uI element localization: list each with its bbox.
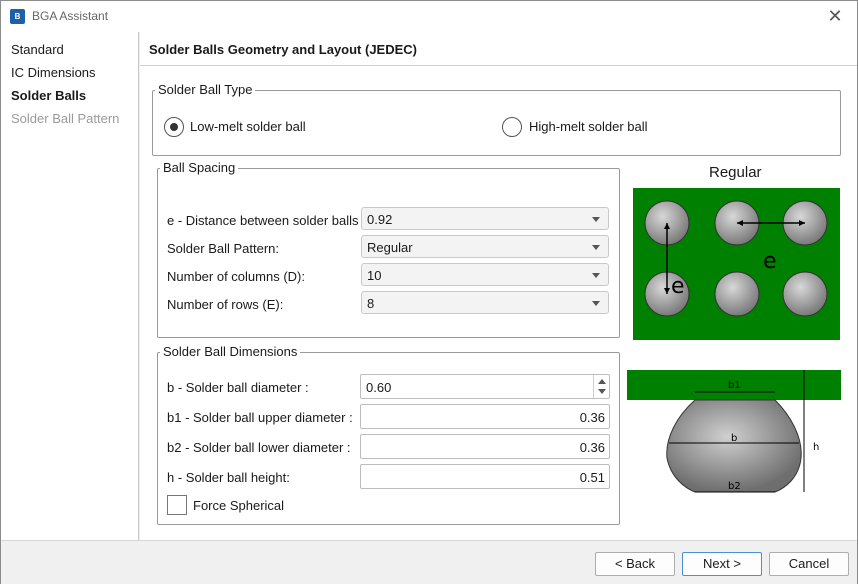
sidebar-item-solder-ball-pattern: Solder Ball Pattern — [11, 111, 120, 126]
height-value: 0.51 — [579, 470, 605, 485]
lower-diameter-label: b2 - Solder ball lower diameter : — [167, 440, 351, 455]
diameter-spinbox[interactable]: 0.60 — [360, 374, 610, 399]
diameter-value: 0.60 — [366, 380, 392, 395]
columns-value: 10 — [367, 268, 382, 283]
force-spherical-label[interactable]: Force Spherical — [193, 498, 284, 513]
close-icon: ✕ — [827, 6, 843, 26]
main-panel: Solder Balls Geometry and Layout (JEDEC)… — [140, 32, 857, 540]
columns-label: Number of columns (D): — [167, 269, 305, 284]
spacing-label-vertical: e — [671, 274, 685, 299]
next-button[interactable]: Next > — [682, 552, 762, 576]
solder-ball-type-label: Solder Ball Type — [155, 82, 256, 97]
diagram-title: Regular — [709, 164, 762, 181]
chevron-down-icon — [592, 301, 600, 306]
rows-label: Number of rows (E): — [167, 297, 284, 312]
ball-cross-section-diagram: b1 b b2 h — [627, 370, 841, 493]
upper-diameter-value: 0.36 — [579, 410, 605, 425]
spin-buttons[interactable] — [593, 375, 609, 398]
pattern-label: Solder Ball Pattern: — [167, 241, 280, 256]
lower-diameter-field[interactable]: 0.36 — [360, 434, 610, 459]
ball-dimensions-group: Solder Ball Dimensions b - Solder ball d… — [157, 344, 620, 525]
sidebar-item-standard[interactable]: Standard — [11, 42, 64, 57]
distance-label: e - Distance between solder balls — [167, 213, 359, 228]
upper-diameter-label: b1 - Solder ball upper diameter : — [167, 410, 353, 425]
sidebar: Standard IC Dimensions Solder Balls Sold… — [1, 32, 139, 540]
diameter-label: b - Solder ball diameter : — [167, 380, 309, 395]
radio-selected-dot — [170, 123, 178, 131]
force-spherical-checkbox[interactable] — [167, 495, 187, 515]
pattern-value: Regular — [367, 240, 413, 255]
distance-select[interactable]: 0.92 — [361, 207, 609, 230]
lower-diameter-value: 0.36 — [579, 440, 605, 455]
title-bar: B BGA Assistant ✕ — [1, 1, 857, 32]
chevron-down-icon — [592, 273, 600, 278]
window-title: BGA Assistant — [32, 9, 109, 23]
sidebar-item-ic-dimensions[interactable]: IC Dimensions — [11, 65, 96, 80]
back-button[interactable]: < Back — [595, 552, 675, 576]
height-field[interactable]: 0.51 — [360, 464, 610, 489]
high-melt-radio[interactable] — [502, 117, 522, 137]
spacing-label-horizontal: e — [763, 249, 777, 274]
chevron-down-icon — [592, 217, 600, 222]
ball-spacing-label: Ball Spacing — [160, 160, 239, 175]
chevron-down-icon — [592, 245, 600, 250]
page-title: Solder Balls Geometry and Layout (JEDEC) — [149, 42, 418, 57]
columns-select[interactable]: 10 — [361, 263, 609, 286]
solder-ball-type-group: Solder Ball Type Low-melt solder ball Hi… — [152, 82, 841, 156]
h-label: h — [813, 442, 819, 453]
arrow-down-icon[interactable] — [598, 389, 606, 394]
ball-6 — [782, 271, 828, 317]
solder-ball-shape — [666, 399, 802, 493]
pattern-select[interactable]: Regular — [361, 235, 609, 258]
low-melt-label[interactable]: Low-melt solder ball — [190, 119, 306, 134]
distance-value: 0.92 — [367, 212, 393, 227]
upper-diameter-field[interactable]: 0.36 — [360, 404, 610, 429]
close-button[interactable]: ✕ — [813, 1, 857, 32]
rows-select[interactable]: 8 — [361, 291, 609, 314]
ball-pattern-diagram: e e — [633, 188, 840, 340]
app-icon: B — [10, 9, 25, 24]
ball-dimensions-label: Solder Ball Dimensions — [160, 344, 301, 359]
main-header: Solder Balls Geometry and Layout (JEDEC) — [140, 32, 857, 66]
low-melt-radio[interactable] — [164, 117, 184, 137]
high-melt-label[interactable]: High-melt solder ball — [529, 119, 648, 134]
arrow-up-icon[interactable] — [598, 379, 606, 384]
footer: < Back Next > Cancel — [1, 540, 857, 584]
ball-spacing-group: Ball Spacing e - Distance between solder… — [157, 160, 620, 338]
cancel-button[interactable]: Cancel — [769, 552, 849, 576]
b-label: b — [731, 433, 737, 444]
rows-value: 8 — [367, 296, 375, 311]
height-label: h - Solder ball height: — [167, 470, 290, 485]
b1-label: b1 — [728, 380, 741, 391]
b2-label: b2 — [728, 481, 741, 492]
bga-assistant-window: B BGA Assistant ✕ Standard IC Dimensions… — [0, 0, 858, 584]
ball-5 — [714, 271, 760, 317]
sidebar-item-solder-balls[interactable]: Solder Balls — [11, 88, 86, 103]
